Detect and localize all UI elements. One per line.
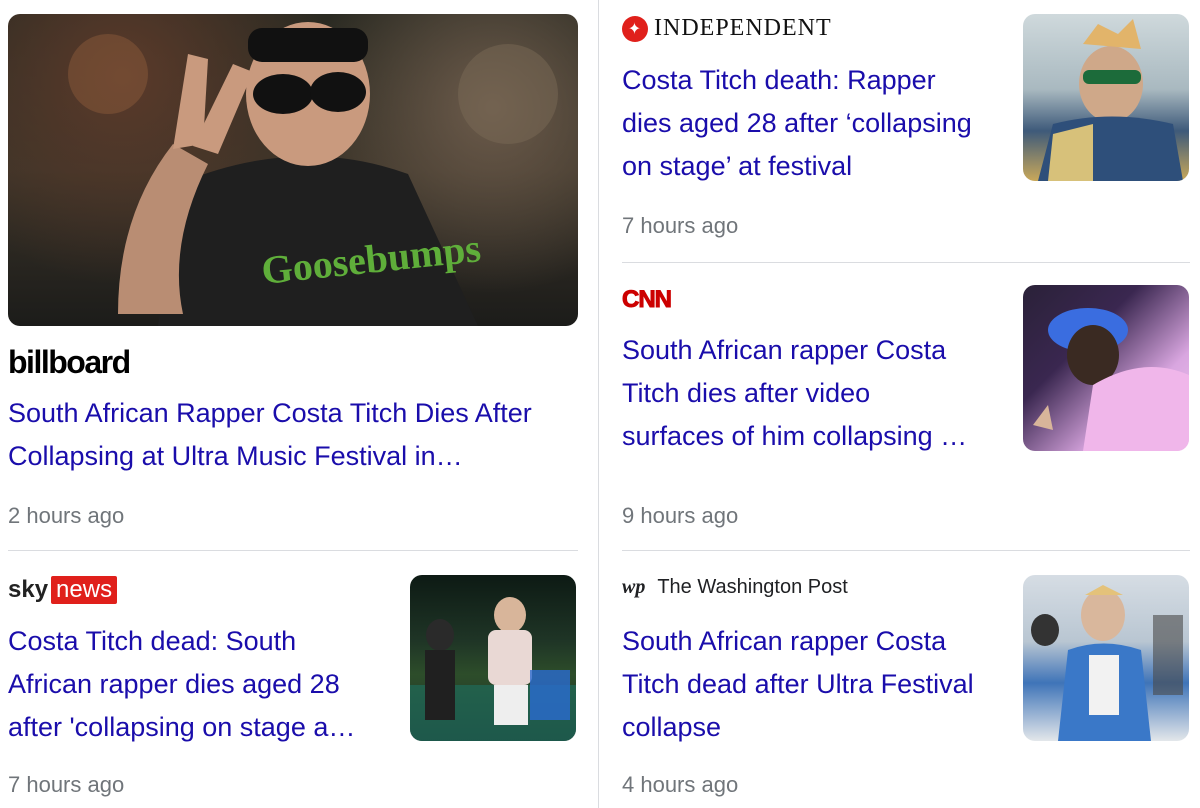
story-divider bbox=[8, 550, 578, 551]
headline-line: Costa Titch dead: South bbox=[8, 626, 297, 656]
headline-link-cnn[interactable]: South African rapper Costa Titch dies af… bbox=[622, 329, 1017, 458]
headline-line: on stage’ at festival bbox=[622, 151, 853, 181]
washington-post-wordmark: The Washington Post bbox=[657, 576, 848, 598]
wp-monogram-icon: wp bbox=[622, 576, 646, 598]
story-thumbnail-cnn[interactable] bbox=[1023, 285, 1189, 451]
headline-line: surfaces of him collapsing … bbox=[622, 421, 968, 451]
story-thumbnail-washington-post[interactable] bbox=[1023, 575, 1189, 741]
headline-line: dies aged 28 after ‘collapsing bbox=[622, 108, 972, 138]
timestamp-cnn: 9 hours ago bbox=[622, 503, 739, 528]
concert-photo-icon bbox=[410, 597, 576, 741]
news-wordmark: news bbox=[51, 576, 118, 604]
source-logo-billboard: billboard bbox=[8, 344, 131, 380]
timestamp-billboard: 2 hours ago bbox=[8, 503, 125, 528]
source-logo-washington-post: wp The Washington Post bbox=[622, 576, 848, 599]
photo-person-icon: Goosebumps bbox=[68, 22, 558, 326]
story-thumbnail-sky[interactable] bbox=[410, 575, 576, 741]
timestamp-sky: 7 hours ago bbox=[8, 772, 125, 797]
headline-link-sky[interactable]: Costa Titch dead: South African rapper d… bbox=[8, 620, 403, 749]
story-divider bbox=[622, 262, 1190, 263]
headline-line: South African Rapper Costa Titch Dies Af… bbox=[8, 398, 532, 428]
column-divider bbox=[598, 0, 599, 808]
story-image-billboard[interactable]: Goosebumps bbox=[8, 14, 578, 326]
timestamp-independent: 7 hours ago bbox=[622, 213, 739, 238]
headline-link-washington-post[interactable]: South African rapper Costa Titch dead af… bbox=[622, 620, 1017, 749]
source-logo-cnn: CNN bbox=[622, 286, 673, 314]
story-thumbnail-independent[interactable] bbox=[1023, 14, 1189, 181]
headline-line: Titch dies after video bbox=[622, 378, 871, 408]
source-logo-independent: ✦ INDEPENDENT bbox=[622, 15, 832, 42]
headline-line: South African rapper Costa bbox=[622, 335, 947, 365]
timestamp-washington-post: 4 hours ago bbox=[622, 772, 739, 797]
headline-link-independent[interactable]: Costa Titch death: Rapper dies aged 28 a… bbox=[622, 59, 1017, 188]
source-logo-sky: sky news bbox=[8, 576, 118, 604]
headline-line: collapse bbox=[622, 712, 722, 742]
headline-link-billboard[interactable]: South African Rapper Costa Titch Dies Af… bbox=[8, 392, 588, 478]
independent-wordmark: INDEPENDENT bbox=[654, 15, 832, 41]
sky-wordmark: sky bbox=[8, 576, 49, 603]
story-divider bbox=[622, 550, 1190, 551]
headline-line: after 'collapsing on stage a… bbox=[8, 712, 356, 742]
performer-photo-icon bbox=[1031, 585, 1183, 741]
headline-line: Titch dead after Ultra Festival bbox=[622, 669, 974, 699]
portrait-photo-icon bbox=[1038, 19, 1183, 181]
headline-line: African rapper dies aged 28 bbox=[8, 669, 340, 699]
headline-line: Costa Titch death: Rapper bbox=[622, 65, 936, 95]
headline-line: Collapsing at Ultra Music Festival in… bbox=[8, 441, 463, 471]
performer-photo-icon bbox=[1033, 308, 1189, 451]
headline-line: South African rapper Costa bbox=[622, 626, 947, 656]
eagle-icon: ✦ bbox=[622, 15, 648, 42]
